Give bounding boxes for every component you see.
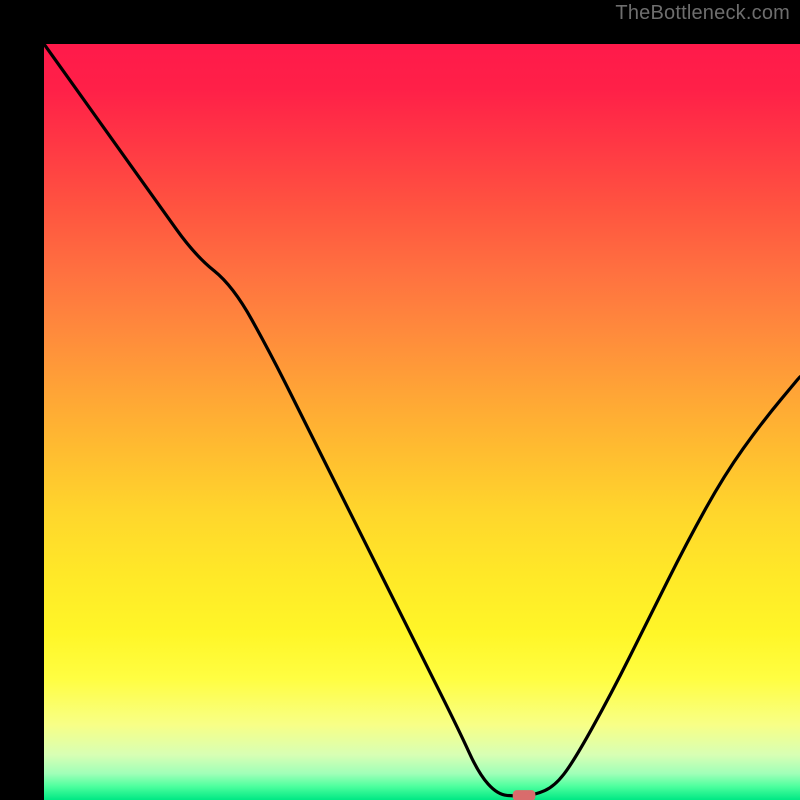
- chart-frame: [22, 22, 778, 778]
- plot-area: [44, 44, 800, 800]
- optimum-marker: [513, 790, 536, 800]
- chart-svg: [44, 44, 800, 800]
- gradient-rect: [44, 44, 800, 800]
- attribution-text: TheBottleneck.com: [615, 2, 790, 25]
